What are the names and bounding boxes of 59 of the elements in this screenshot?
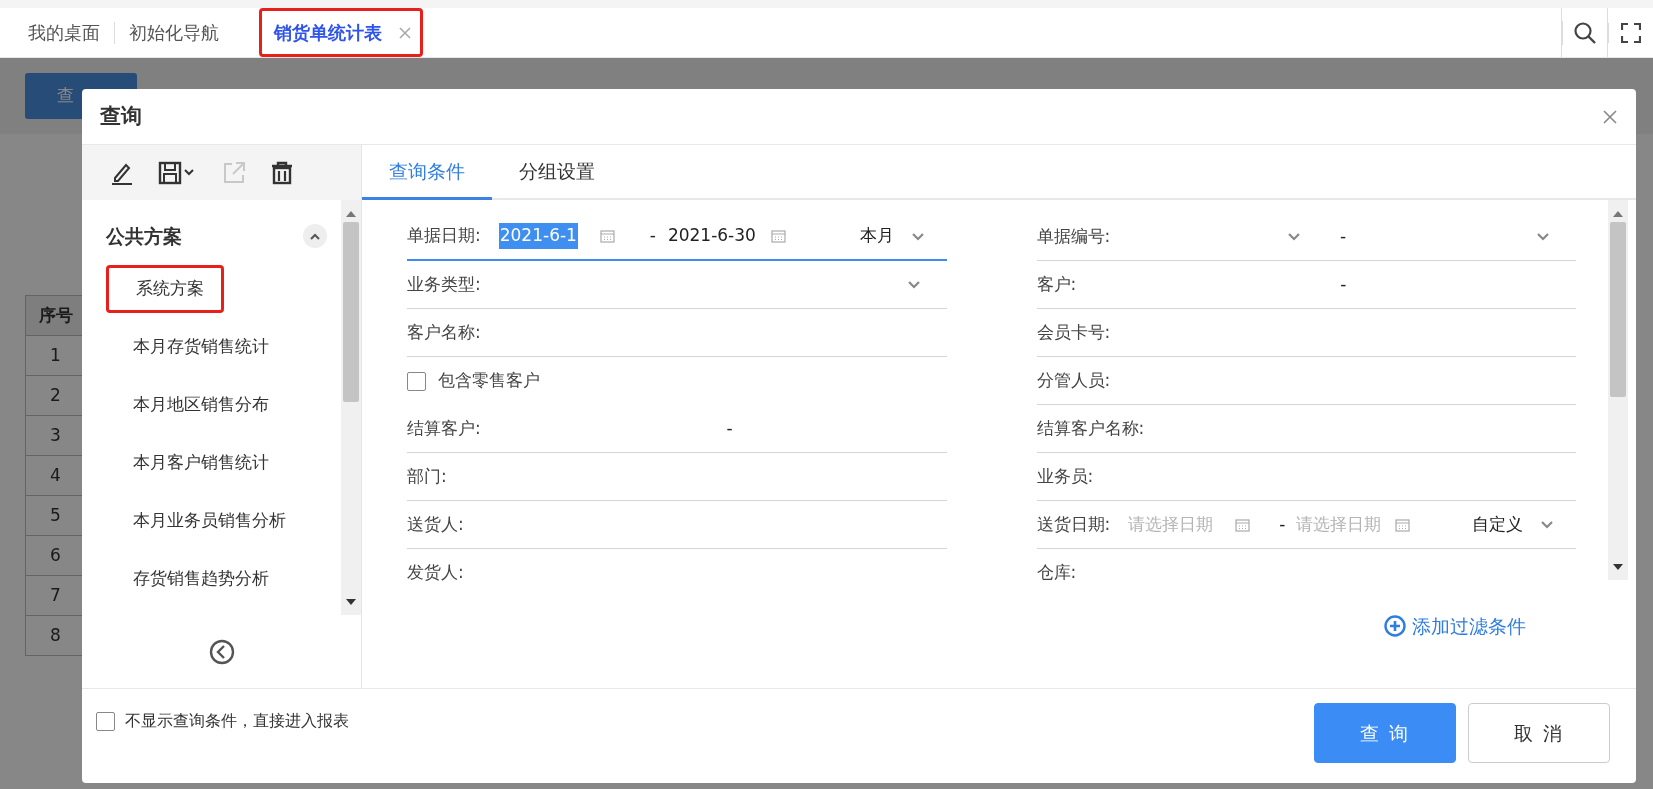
calendar-icon	[1235, 517, 1251, 532]
separator-text: -	[725, 416, 734, 440]
separator-text: -	[648, 224, 657, 248]
scheme-item[interactable]: 本月地区销售分布	[106, 376, 341, 434]
field-label: 送货人:	[407, 512, 464, 536]
period-select[interactable]: 本月	[858, 223, 947, 249]
cancel-button[interactable]: 取 消	[1468, 703, 1610, 763]
checkbox-label: 不显示查询条件，直接进入报表	[125, 710, 349, 732]
caret-icon	[1536, 232, 1550, 241]
app-tab[interactable]: 销货单统计表	[259, 8, 423, 57]
scheme-item[interactable]: 本月存货销售统计	[106, 318, 341, 376]
group-heading: 公共方案	[106, 223, 182, 249]
add-filter-link[interactable]: 添加过滤条件	[1378, 611, 1532, 642]
checkbox[interactable]	[96, 711, 115, 731]
collapse-button[interactable]	[303, 224, 327, 248]
calendar-icon	[770, 229, 786, 243]
calendar-icon	[599, 229, 615, 243]
checkbox-label: 包含零售客户	[438, 369, 540, 393]
field-label: 结算客户名称:	[1036, 416, 1145, 440]
close-icon[interactable]	[1602, 108, 1618, 125]
field-label: 客户名称:	[407, 320, 481, 344]
trash-icon[interactable]	[270, 160, 294, 185]
field-label: 发货人:	[407, 561, 464, 585]
field-label: 客户:	[1036, 272, 1077, 296]
field-label: 结算客户:	[407, 416, 481, 440]
scrollbar[interactable]	[341, 200, 361, 615]
field-label: 送货日期:	[1036, 512, 1111, 536]
plus-circle-icon	[1384, 615, 1406, 638]
tab[interactable]: 分组设置	[492, 145, 622, 200]
scrollbar[interactable]	[1608, 200, 1628, 580]
caret-icon	[1287, 232, 1302, 241]
calendar-icon	[1395, 517, 1411, 532]
separator-text: -	[1278, 512, 1287, 536]
scheme-item[interactable]: 系统方案	[106, 265, 224, 313]
field-label: 会员卡号:	[1036, 320, 1111, 344]
separator-text: -	[1339, 272, 1348, 296]
field-label: 单据日期:	[407, 224, 481, 248]
circle-left-icon[interactable]	[208, 638, 235, 665]
field-label: 单据编号:	[1036, 224, 1111, 248]
field-label: 分管人员:	[1036, 368, 1111, 392]
checkbox[interactable]	[407, 371, 426, 391]
scheme-item[interactable]: 本月业务员销售分析	[106, 492, 341, 550]
caret-icon	[906, 280, 921, 289]
app-tab[interactable]: 初始化导航	[115, 8, 233, 57]
field-label: 业务类型:	[407, 272, 481, 296]
separator-text: -	[1339, 224, 1348, 248]
tab[interactable]: 查询条件	[362, 145, 492, 200]
field-label: 仓库:	[1036, 561, 1077, 585]
field-label: 业务员:	[1036, 464, 1094, 488]
caret-icon	[309, 232, 321, 240]
period-select[interactable]: 自定义	[1471, 511, 1576, 538]
field-label: 部门:	[407, 464, 447, 488]
scheme-item[interactable]: 存货销售趋势分析	[106, 550, 341, 608]
scheme-item[interactable]: 本月客户销售统计	[106, 434, 341, 492]
close-icon[interactable]	[398, 25, 412, 40]
caret-icon	[910, 231, 925, 241]
date-input[interactable]: 2021-6-30	[666, 223, 813, 249]
app-tab[interactable]: 我的桌面	[14, 21, 115, 44]
caret-icon	[1540, 520, 1554, 529]
